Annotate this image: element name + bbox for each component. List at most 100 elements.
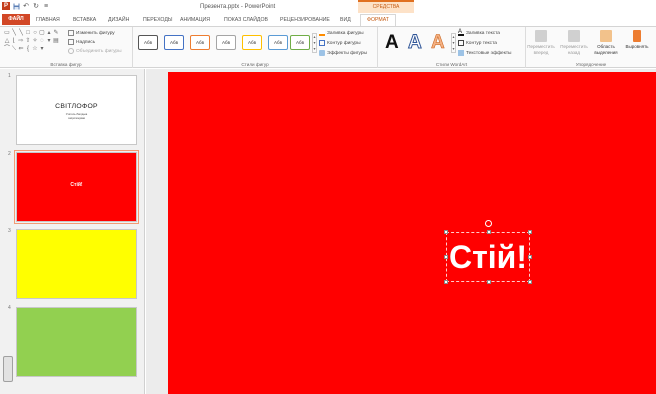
group-label-arrange: Упорядочение [575,62,607,67]
line-icon[interactable]: ╲ [11,30,17,36]
send-backward-button[interactable]: Переместить назад [559,30,589,55]
selected-text-box[interactable]: Стій! [444,220,532,284]
ribbon-tabs: ФАЙЛ ГЛАВНАЯ ВСТАВКА ДИЗАЙН ПЕРЕХОДЫ АНИ… [0,14,656,26]
resize-handle[interactable] [528,280,532,284]
align-icon [633,30,641,42]
rectangle-icon[interactable]: ▭ [4,30,10,36]
tab-insert[interactable]: ВСТАВКА [73,15,96,25]
group-wordart-styles: A A A ▴ ▾ ▾ A Заливка текста Контур текста… [378,27,526,68]
curve-icon[interactable]: ⌒ [4,46,10,52]
shape-fill-label: Заливка фигуры [327,30,364,36]
shape-style-5[interactable]: Абв [242,35,262,50]
group-label-insert-shapes: Вставка фигур [50,62,82,67]
selection-pane-button[interactable]: Область выделения [591,30,621,55]
wordart-style-outline[interactable]: A [408,32,423,53]
bring-forward-button[interactable]: Переместить вперед [526,30,556,55]
effects-icon [319,50,325,56]
rounded-rectangle-icon[interactable]: ▢ [39,30,45,36]
tab-slide-show[interactable]: ПОКАЗ СЛАЙДОВ [224,15,268,25]
resize-handle[interactable] [487,230,491,234]
tab-format[interactable]: ФОРМАТ [360,14,396,26]
slide-thumbnail-1[interactable]: СВІТЛОФОР Учитель Лагодька запропонував [16,75,137,145]
tab-animations[interactable]: АНИМАЦИЯ [180,15,210,25]
l-shape-icon[interactable]: ⌊ [11,38,17,44]
tab-file[interactable]: ФАЙЛ [2,14,30,25]
resize-handle[interactable] [444,280,448,284]
drawing-tools-context-label: СРЕДСТВА РИСОВАНИЯ [358,0,414,20]
shape-style-6[interactable]: Абв [268,35,288,50]
group-shape-styles: Абв Абв Абв Абв Абв Абв Абв ▴ ▾ ▾ Заливка … [133,27,378,68]
more-shapes-icon[interactable]: ▴ [46,30,52,36]
change-shape-label: Изменить фигуру [76,30,115,36]
resize-handle[interactable] [444,230,448,234]
slide-thumbnail-3[interactable] [16,229,137,299]
tab-design[interactable]: ДИЗАЙН [108,15,129,25]
slide-thumbnail-2[interactable]: Стій! [14,150,139,224]
shape-effects-label: Эффекты фигуры [327,50,367,56]
arrow-up-icon[interactable]: ⇧ [25,38,31,44]
group-label-shape-styles: Стили фигур [241,62,269,67]
send-backward-label: Переместить назад [560,44,588,55]
merge-shapes-button[interactable]: Объединить фигуры [68,48,122,54]
line-icon[interactable]: ╲ [18,30,24,36]
arrow-icon[interactable]: ⇐ [18,46,24,52]
selection-pane-label: Область выделения [594,44,618,55]
wordart-style-black[interactable]: A [385,33,399,53]
thumbnail-subtitle: Учитель Лагодька запропонував [65,113,88,120]
oval-icon[interactable]: ○ [32,30,38,36]
shape-style-4[interactable]: Абв [216,35,236,50]
edit-shape-icon[interactable]: ✎ [53,30,59,36]
shape-style-2[interactable]: Абв [164,35,184,50]
tab-view[interactable]: ВИД [340,15,351,25]
text-fill-button[interactable]: A Заливка текста [458,29,500,36]
text-outline-button[interactable]: Контур текста [458,40,497,46]
text-fill-icon: A [458,29,464,36]
text-effects-button[interactable]: Текстовые эффекты [458,50,512,56]
resize-handle[interactable] [487,280,491,284]
rectangle-icon[interactable]: □ [25,30,31,36]
powerpoint-app-icon[interactable]: P [2,2,10,10]
expand-icon[interactable]: ▾ [39,46,45,52]
slide-thumbnail-4[interactable] [16,307,137,377]
shape-effects-button[interactable]: Эффекты фигуры [319,50,367,56]
shapes-gallery[interactable]: ▭ ╲ ╲ □ ○ ▢ ▴ ✎ △ ⌊ ⇨ ⇧ ✧ ◌ ▾ ▤ ⌒ ⟍ ⇐ { [4,30,60,52]
pane-resize-handle[interactable] [3,356,13,382]
group-arrange: Переместить вперед Переместить назад Обл… [526,27,656,68]
shape-style-1[interactable]: Абв [138,35,158,50]
triangle-icon[interactable]: △ [4,38,10,44]
save-icon[interactable] [12,2,20,10]
slide-text[interactable]: Стій! [447,239,529,275]
customize-qat-icon[interactable]: ≡ [42,2,50,10]
text-effects-icon [458,50,464,56]
shape-style-3[interactable]: Абв [190,35,210,50]
textbox-icon[interactable]: ▤ [53,38,59,44]
resize-handle[interactable] [528,230,532,234]
wordart-style-orange[interactable]: A [431,32,445,53]
shape-style-7[interactable]: Абв [290,35,310,50]
undo-icon[interactable]: ↶ [22,2,30,10]
wordart-more-scroll[interactable]: ▴ ▾ ▾ [451,33,456,53]
current-slide[interactable]: Стій! [168,72,656,394]
shape-fill-button[interactable]: Заливка фигуры [319,30,364,36]
arrow-right-icon[interactable]: ⇨ [18,38,24,44]
change-shape-button[interactable]: Изменить фигуру [68,30,115,36]
star-icon[interactable]: ☆ [32,46,38,52]
shape-outline-button[interactable]: Контур фигуры [319,40,361,46]
callout-icon[interactable]: ◌ [39,38,45,44]
more-shapes-icon[interactable]: ▾ [46,38,52,44]
text-box-button[interactable]: Надпись [68,39,95,45]
styles-more-scroll[interactable]: ▴ ▾ ▾ [312,33,317,53]
tab-transitions[interactable]: ПЕРЕХОДЫ [143,15,172,25]
rotate-handle[interactable] [485,220,492,227]
tab-review[interactable]: РЕЦЕНЗИРОВАНИЕ [280,15,330,25]
tab-home[interactable]: ГЛАВНАЯ [36,15,60,25]
send-backward-icon [568,30,580,42]
star-icon[interactable]: ✧ [32,38,38,44]
brace-icon[interactable]: { [25,46,31,52]
slide-editor: Стій! [146,69,656,394]
bracket-icon[interactable]: ⟍ [11,46,17,52]
align-button[interactable]: Выровнять [622,30,652,50]
redo-icon[interactable]: ↻ [32,2,40,10]
text-effects-label: Текстовые эффекты [466,50,512,56]
slide-number: 1 [8,73,11,79]
